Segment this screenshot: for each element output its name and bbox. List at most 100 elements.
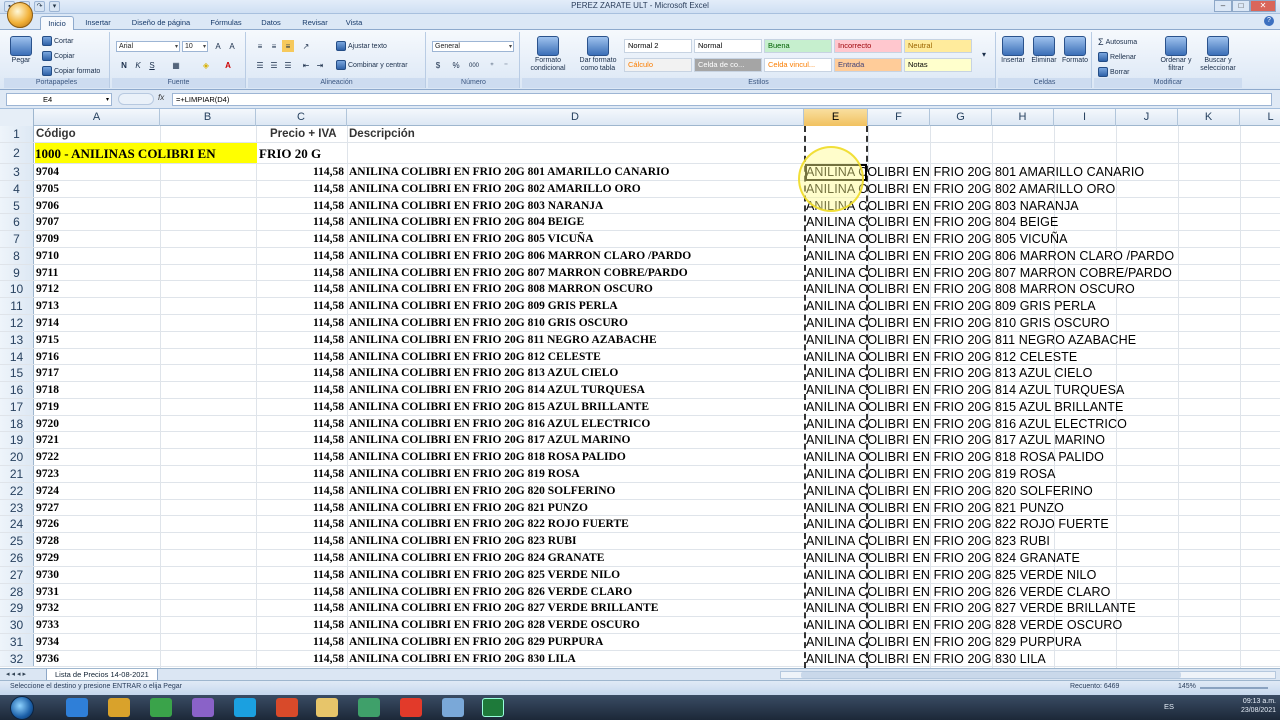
find-select-button[interactable]: Buscar y seleccionar <box>1198 36 1238 73</box>
fill-button[interactable]: Rellenar <box>1098 52 1136 62</box>
clean-cell[interactable]: ANILINA COLIBRI EN FRIO 20G 814 AZUL TUR… <box>806 382 1125 398</box>
format-as-table-button[interactable]: Dar formato como tabla <box>574 36 622 73</box>
description-cell[interactable]: ANILINA COLIBRI EN FRIO 20G 802 AMARILLO… <box>349 181 641 197</box>
price-cell[interactable]: 114,58 <box>256 600 344 616</box>
description-cell[interactable]: ANILINA COLIBRI EN FRIO 20G 807 MARRON C… <box>349 265 688 281</box>
row-header[interactable]: 20 <box>0 449 34 466</box>
column-header[interactable]: A <box>34 109 160 126</box>
clean-cell[interactable]: ANILINA COLIBRI EN FRIO 20G 817 AZUL MAR… <box>806 432 1105 448</box>
formula-input[interactable]: =+LIMPIAR(D4) <box>172 93 1272 106</box>
tab-formulas[interactable]: Fórmulas <box>204 16 248 30</box>
description-cell[interactable]: ANILINA COLIBRI EN FRIO 20G 815 AZUL BRI… <box>349 399 649 415</box>
skype-icon[interactable] <box>234 698 256 717</box>
font-size-combo[interactable]: 10 <box>182 41 208 52</box>
clean-cell[interactable]: ANILINA COLIBRI EN FRIO 20G 805 VICUÑA <box>806 231 1068 247</box>
description-cell[interactable]: ANILINA COLIBRI EN FRIO 20G 811 NEGRO AZ… <box>349 332 657 348</box>
row-header[interactable]: 27 <box>0 566 34 583</box>
conditional-format-button[interactable]: Formato condicional <box>524 36 572 73</box>
style-cell[interactable]: Buena <box>764 39 832 53</box>
clean-cell[interactable]: ANILINA COLIBRI EN FRIO 20G 803 NARANJA <box>806 198 1079 214</box>
code-cell[interactable]: 9711 <box>36 265 58 281</box>
code-cell[interactable]: 9716 <box>36 349 59 365</box>
align-top-icon[interactable]: ≡ <box>254 40 266 52</box>
row-header[interactable]: 7 <box>0 231 34 247</box>
tab-revisar[interactable]: Revisar <box>294 16 336 30</box>
clean-cell[interactable]: ANILINA COLIBRI EN FRIO 20G 811 NEGRO AZ… <box>806 332 1136 348</box>
description-cell[interactable]: ANILINA COLIBRI EN FRIO 20G 810 GRIS OSC… <box>349 315 628 331</box>
description-cell[interactable]: ANILINA COLIBRI EN FRIO 20G 805 VICUÑA <box>349 231 594 247</box>
indent-decrease-icon[interactable]: ⇤ <box>300 59 312 71</box>
chrome-icon[interactable] <box>150 698 172 717</box>
cut-button[interactable]: Cortar <box>42 36 73 46</box>
app-icon[interactable] <box>192 698 214 717</box>
price-cell[interactable]: 114,58 <box>256 164 344 180</box>
description-cell[interactable]: ANILINA COLIBRI EN FRIO 20G 820 SOLFERIN… <box>349 483 615 499</box>
column-header[interactable]: H <box>992 109 1054 126</box>
clean-cell[interactable]: ANILINA COLIBRI EN FRIO 20G 818 ROSA PAL… <box>806 449 1104 465</box>
clean-cell[interactable]: ANILINA COLIBRI EN FRIO 20G 816 AZUL ELE… <box>806 416 1127 432</box>
bold-button[interactable]: N <box>118 59 130 71</box>
price-cell[interactable]: 114,58 <box>256 634 344 650</box>
column-header[interactable]: G <box>930 109 992 126</box>
code-cell[interactable]: 9724 <box>36 483 59 499</box>
office-button[interactable] <box>7 2 33 28</box>
code-cell[interactable]: 9731 <box>36 584 59 600</box>
code-cell[interactable]: 9719 <box>36 399 59 415</box>
style-cell[interactable]: Cálculo <box>624 58 692 72</box>
row-header[interactable]: 23 <box>0 499 34 516</box>
price-cell[interactable]: 114,58 <box>256 382 344 398</box>
tab-vista[interactable]: Vista <box>340 16 368 30</box>
precio-header[interactable]: Precio + IVA <box>270 126 337 142</box>
app-icon[interactable] <box>358 698 380 717</box>
clean-cell[interactable]: ANILINA COLIBRI EN FRIO 20G 829 PURPURA <box>806 634 1082 650</box>
tab-diseno[interactable]: Diseño de página <box>122 16 200 30</box>
row-header[interactable]: 1 <box>0 126 34 142</box>
column-header[interactable]: F <box>868 109 930 126</box>
column-header[interactable]: L <box>1240 109 1280 126</box>
code-cell[interactable]: 9733 <box>36 617 59 633</box>
ie-icon[interactable] <box>66 698 88 717</box>
clean-cell[interactable]: ANILINA COLIBRI EN FRIO 20G 822 ROJO FUE… <box>806 516 1109 532</box>
description-cell[interactable]: ANILINA COLIBRI EN FRIO 20G 808 MARRON O… <box>349 281 653 297</box>
clean-cell[interactable]: ANILINA COLIBRI EN FRIO 20G 804 BEIGE <box>806 214 1058 230</box>
code-cell[interactable]: 9734 <box>36 634 59 650</box>
price-cell[interactable]: 114,58 <box>256 231 344 247</box>
format-painter-button[interactable]: Copiar formato <box>42 66 100 76</box>
currency-button[interactable]: $ <box>432 59 444 71</box>
clean-cell[interactable]: ANILINA COLIBRI EN FRIO 20G 808 MARRON O… <box>806 281 1135 297</box>
clean-cell[interactable]: ANILINA COLIBRI EN FRIO 20G 815 AZUL BRI… <box>806 399 1123 415</box>
code-cell[interactable]: 9736 <box>36 651 59 667</box>
description-cell[interactable]: ANILINA COLIBRI EN FRIO 20G 803 NARANJA <box>349 198 603 214</box>
description-cell[interactable]: ANILINA COLIBRI EN FRIO 20G 817 AZUL MAR… <box>349 432 630 448</box>
price-cell[interactable]: 114,58 <box>256 349 344 365</box>
sort-filter-button[interactable]: Ordenar y filtrar <box>1158 36 1194 73</box>
row-header[interactable]: 21 <box>0 466 34 482</box>
clean-cell[interactable]: ANILINA COLIBRI EN FRIO 20G 802 AMARILLO… <box>806 181 1115 197</box>
fill-color-icon[interactable]: ◈ <box>200 59 212 71</box>
row-header[interactable]: 25 <box>0 533 34 549</box>
close-icon[interactable]: ✕ <box>1250 0 1276 12</box>
description-cell[interactable]: ANILINA COLIBRI EN FRIO 20G 806 MARRON C… <box>349 248 691 264</box>
style-cell[interactable]: Normal 2 <box>624 39 692 53</box>
descripcion-header[interactable]: Descripción <box>349 126 415 142</box>
copy-button[interactable]: Copiar <box>42 51 75 61</box>
clean-cell[interactable]: ANILINA COLIBRI EN FRIO 20G 828 VERDE OS… <box>806 617 1122 633</box>
row-header[interactable]: 5 <box>0 197 34 214</box>
clean-cell[interactable]: ANILINA COLIBRI EN FRIO 20G 825 VERDE NI… <box>806 567 1096 583</box>
align-left-icon[interactable]: ☰ <box>254 59 266 71</box>
description-cell[interactable]: ANILINA COLIBRI EN FRIO 20G 829 PURPURA <box>349 634 603 650</box>
tab-inicio[interactable]: Inicio <box>40 16 74 30</box>
row-header[interactable]: 30 <box>0 617 34 633</box>
code-cell[interactable]: 9732 <box>36 600 59 616</box>
tab-insertar[interactable]: Insertar <box>78 16 118 30</box>
price-cell[interactable]: 114,58 <box>256 399 344 415</box>
price-cell[interactable]: 114,58 <box>256 516 344 532</box>
code-cell[interactable]: 9704 <box>36 164 59 180</box>
code-cell[interactable]: 9717 <box>36 365 59 381</box>
row-header[interactable]: 9 <box>0 264 34 281</box>
code-cell[interactable]: 9710 <box>36 248 59 264</box>
merge-center-button[interactable]: Combinar y centrar <box>336 60 408 70</box>
clean-cell[interactable]: ANILINA COLIBRI EN FRIO 20G 810 GRIS OSC… <box>806 315 1110 331</box>
excel-icon[interactable] <box>482 698 504 717</box>
row-header[interactable]: 11 <box>0 298 34 315</box>
